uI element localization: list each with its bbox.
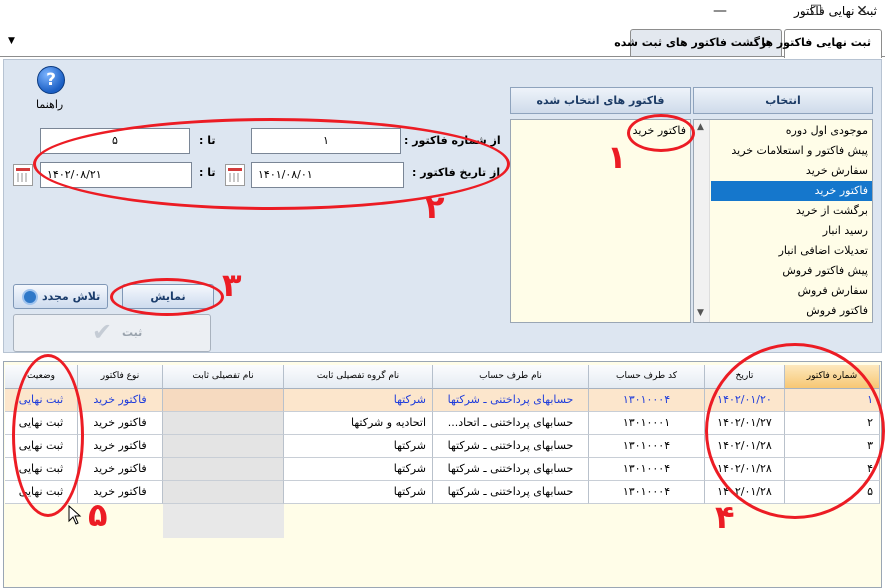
retry-label: تلاش مجدد xyxy=(42,290,101,303)
cell-detail-group: شرکتها xyxy=(284,458,433,481)
cell-detail-group: شرکتها xyxy=(284,481,433,504)
help-icon[interactable]: ? xyxy=(37,66,65,94)
cell-account-code: ۱۳۰۱۰۰۰۴ xyxy=(589,389,705,412)
cell-invoice-type: فاکتور خرید xyxy=(78,458,163,481)
scroll-down-icon[interactable]: ▼ xyxy=(697,308,704,318)
select-button[interactable]: انتخاب xyxy=(693,87,873,114)
cell-invoice-type: فاکتور خرید xyxy=(78,389,163,412)
column-header-detail-name[interactable]: نام تفصیلی ثابت xyxy=(163,365,284,389)
cell-account-name: حسابهای پرداختنی ـ شرکتها xyxy=(433,458,589,481)
cell-account-code: ۱۳۰۱۰۰۰۴ xyxy=(589,458,705,481)
annotation-circle-1 xyxy=(627,114,695,152)
tab-strip-line xyxy=(0,56,885,57)
tab-final-registration[interactable]: ثبت نهایی فاکتور ها xyxy=(761,29,882,58)
checkmark-icon: ✔ xyxy=(92,318,113,346)
list-item[interactable]: برگشت از خرید xyxy=(796,201,868,221)
list-item[interactable]: تعدیلات اضافی انبار xyxy=(779,241,868,261)
list-item[interactable]: سفارش فروش xyxy=(798,281,868,301)
cell-detail-group: شرکتها xyxy=(284,389,433,412)
list-scrollbar[interactable]: ▲ ▼ xyxy=(694,120,710,322)
list-item[interactable]: موجودی اول دوره xyxy=(786,121,868,141)
annotation-circle-5 xyxy=(12,354,84,517)
cell-invoice-type: فاکتور خرید xyxy=(78,412,163,435)
list-item[interactable]: سفارش خرید xyxy=(806,161,868,181)
column-header-account-name[interactable]: نام طرف حساب xyxy=(433,365,589,389)
save-button[interactable]: ✔ ثبت xyxy=(13,314,211,352)
column-header-detail-group[interactable]: نام گروه تفصیلی ثابت xyxy=(284,365,433,389)
list-item[interactable]: رسید انبار xyxy=(823,221,868,241)
refresh-icon xyxy=(22,289,38,305)
to-date-calendar-icon[interactable] xyxy=(13,164,33,186)
column-header-invoice-type[interactable]: نوع فاکتور xyxy=(78,365,163,389)
annotation-number-2: ۲ xyxy=(425,188,445,226)
help-label: راهنما xyxy=(36,98,64,111)
selected-invoices-button[interactable]: فاکتور های انتخاب شده xyxy=(510,87,691,114)
list-item[interactable]: فاکتور فروش xyxy=(806,301,868,321)
annotation-number-1: ۱ xyxy=(607,138,627,176)
cell-detail-name xyxy=(163,435,284,458)
title-bar: ثبت نهایی فاکتور — ☐ ✕ xyxy=(0,0,885,24)
annotation-number-5: ۵ xyxy=(88,496,108,534)
dropdown-arrow-icon[interactable]: ▼ xyxy=(8,36,15,46)
maximize-icon[interactable]: ☐ xyxy=(794,0,838,24)
cell-account-name: حسابهای پرداختنی ـ شرکتها xyxy=(433,435,589,458)
blurred-area xyxy=(163,504,284,538)
cell-account-name: حسابهای پرداختنی ـ اتحاد... xyxy=(433,412,589,435)
cell-detail-group: شرکتها xyxy=(284,435,433,458)
retry-button[interactable]: تلاش مجدد xyxy=(13,284,108,309)
cell-detail-name xyxy=(163,458,284,481)
column-header-account-code[interactable]: کد طرف حساب xyxy=(589,365,705,389)
save-label: ثبت xyxy=(122,326,143,339)
tab-return-registered[interactable]: برگشت فاکتور های ثبت شده xyxy=(614,29,782,56)
scroll-up-icon[interactable]: ▲ xyxy=(697,122,704,132)
list-item-selected[interactable]: فاکتور خرید xyxy=(711,181,872,201)
cell-account-name: حسابهای پرداختنی ـ شرکتها xyxy=(433,389,589,412)
annotation-number-3: ۳ xyxy=(222,266,242,304)
close-icon[interactable]: ✕ xyxy=(840,0,884,24)
available-types-list[interactable]: ▲ ▼ موجودی اول دوره پیش فاکتور و استعلام… xyxy=(693,119,873,323)
annotation-number-4: ۴ xyxy=(715,498,735,536)
cell-account-code: ۱۳۰۱۰۰۰۴ xyxy=(589,435,705,458)
list-item[interactable]: پیش فاکتور و استعلامات خرید xyxy=(731,141,868,161)
cell-detail-name xyxy=(163,389,284,412)
cell-account-code: ۱۳۰۱۰۰۰۴ xyxy=(589,481,705,504)
cell-detail-name xyxy=(163,412,284,435)
cell-account-code: ۱۳۰۱۰۰۰۱ xyxy=(589,412,705,435)
minimize-icon[interactable]: — xyxy=(698,0,742,24)
cell-detail-name xyxy=(163,481,284,504)
annotation-circle-4 xyxy=(705,343,885,519)
annotation-circle-3 xyxy=(110,278,224,316)
cell-invoice-type: فاکتور خرید xyxy=(78,435,163,458)
list-item[interactable]: پیش فاکتور فروش xyxy=(782,261,868,281)
cell-account-name: حسابهای پرداختنی ـ شرکتها xyxy=(433,481,589,504)
cell-detail-group: اتحادیه و شرکتها xyxy=(284,412,433,435)
mouse-cursor-icon xyxy=(68,505,82,525)
